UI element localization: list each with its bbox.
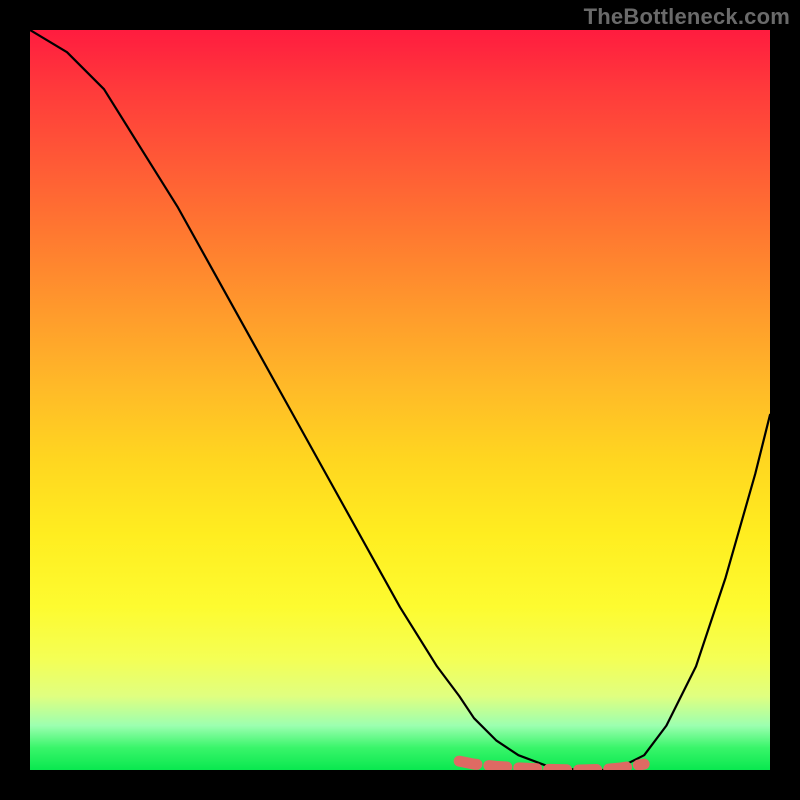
highlight-segment [459,761,644,770]
main-curve [30,30,770,770]
chart-frame: TheBottleneck.com [0,0,800,800]
plot-area [30,30,770,770]
watermark-text: TheBottleneck.com [584,4,790,30]
curve-layer [30,30,770,770]
